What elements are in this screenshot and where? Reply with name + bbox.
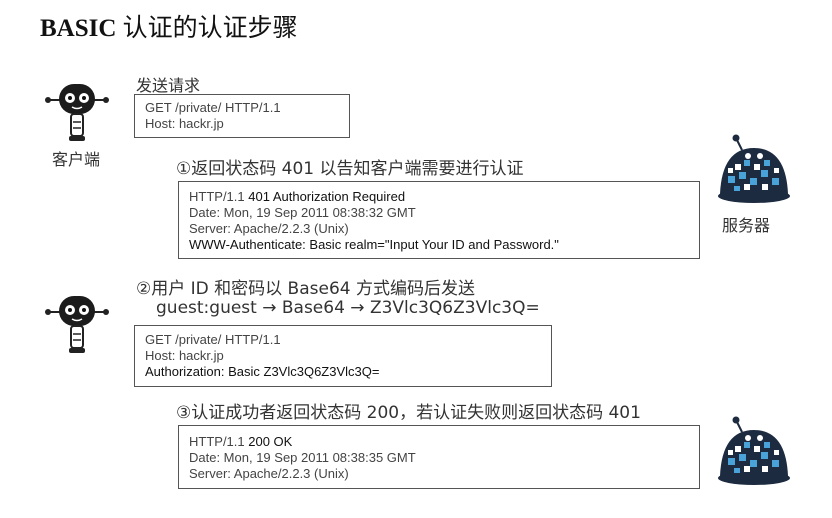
host-line: Host: hackr.jp	[145, 348, 224, 363]
request-line: GET /private/ HTTP/1.1	[145, 100, 281, 115]
title-rest: 认证的认证步骤	[116, 15, 298, 42]
request-line: GET /private/ HTTP/1.1	[145, 332, 281, 347]
request-box-2: GET /private/ HTTP/1.1 Host: hackr.jp Au…	[134, 325, 552, 387]
date-line: Date: Mon, 19 Sep 2011 08:38:35 GMT	[189, 450, 416, 465]
request-box-1: GET /private/ HTTP/1.1 Host: hackr.jp	[134, 94, 350, 138]
robot-icon	[45, 84, 109, 141]
robot-icon	[45, 296, 109, 353]
host-line: Host: hackr.jp	[145, 116, 224, 131]
server-turtle-icon	[718, 416, 790, 485]
client-label: 客户端	[52, 150, 101, 169]
response-401-box: HTTP/1.1 401 Authorization Required Date…	[178, 181, 700, 259]
server-label: 服务器	[722, 216, 771, 235]
step-2-text: ②用户 ID 和密码以 Base64 方式编码后发送	[136, 279, 475, 299]
authorization-line: Authorization: Basic Z3Vlc3Q6Z3Vlc3Q=	[145, 364, 380, 379]
response-200-box: HTTP/1.1 200 OK Date: Mon, 19 Sep 2011 0…	[178, 425, 700, 489]
step-1-text: ①返回状态码 401 以告知客户端需要进行认证	[176, 159, 524, 179]
page-title: BASIC 认证的认证步骤	[40, 8, 298, 44]
server-turtle-icon	[718, 134, 790, 203]
status-code: 200 OK	[248, 434, 293, 449]
status-prefix: HTTP/1.1	[189, 189, 249, 204]
status-code: 401 Authorization Required	[248, 189, 406, 204]
date-line: Date: Mon, 19 Sep 2011 08:38:32 GMT	[189, 205, 416, 220]
step-3-text: ③认证成功者返回状态码 200，若认证失败则返回状态码 401	[176, 403, 641, 423]
title-prefix: BASIC	[40, 15, 117, 42]
server-line: Server: Apache/2.2.3 (Unix)	[189, 466, 349, 481]
send-request-label: 发送请求	[136, 76, 201, 95]
www-authenticate-line: WWW-Authenticate: Basic realm="Input You…	[189, 237, 559, 252]
status-prefix: HTTP/1.1	[189, 434, 249, 449]
server-line: Server: Apache/2.2.3 (Unix)	[189, 221, 349, 236]
base64-encoding-text: guest:guest → Base64 → Z3Vlc3Q6Z3Vlc3Q=	[156, 298, 540, 318]
status-line: HTTP/1.1 200 OK	[189, 434, 689, 450]
status-line: HTTP/1.1 401 Authorization Required	[189, 189, 689, 205]
